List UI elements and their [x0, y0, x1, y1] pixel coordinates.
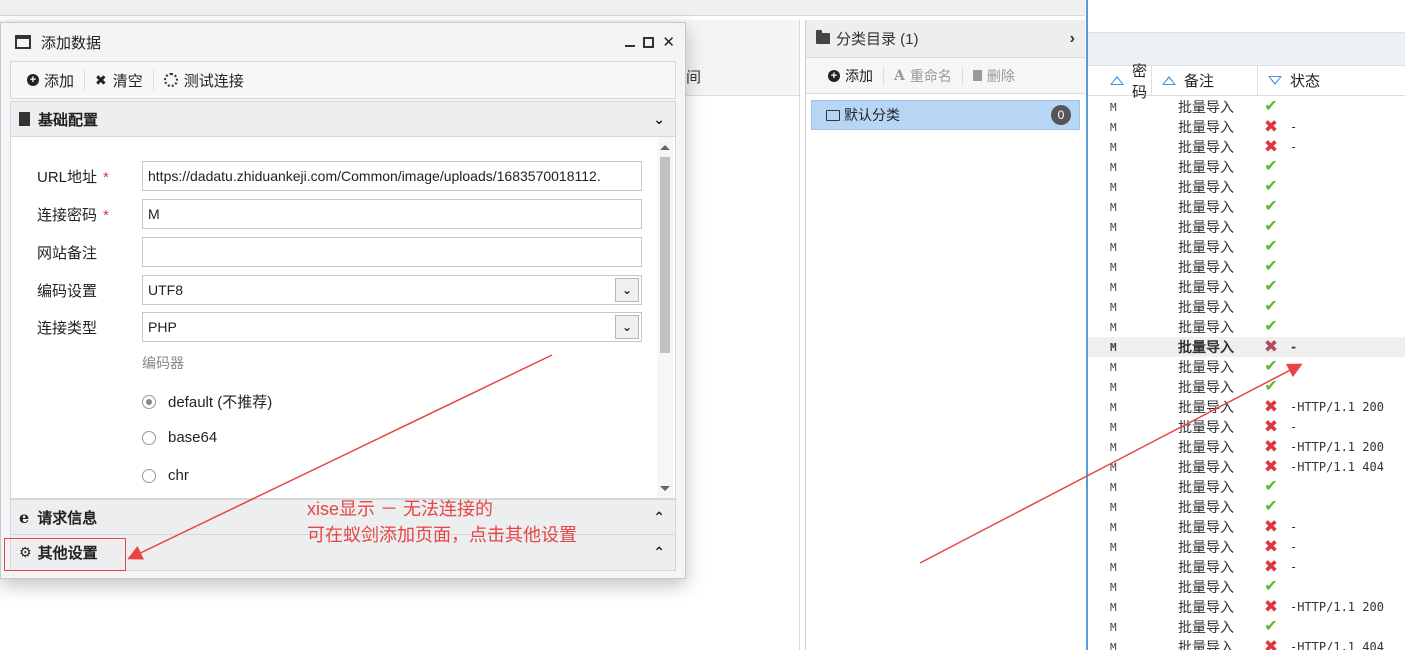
- arrow-to-failed-row: [919, 363, 1303, 564]
- annotation-arrows: [127, 354, 1303, 564]
- arrow-to-other-settings: [127, 354, 553, 560]
